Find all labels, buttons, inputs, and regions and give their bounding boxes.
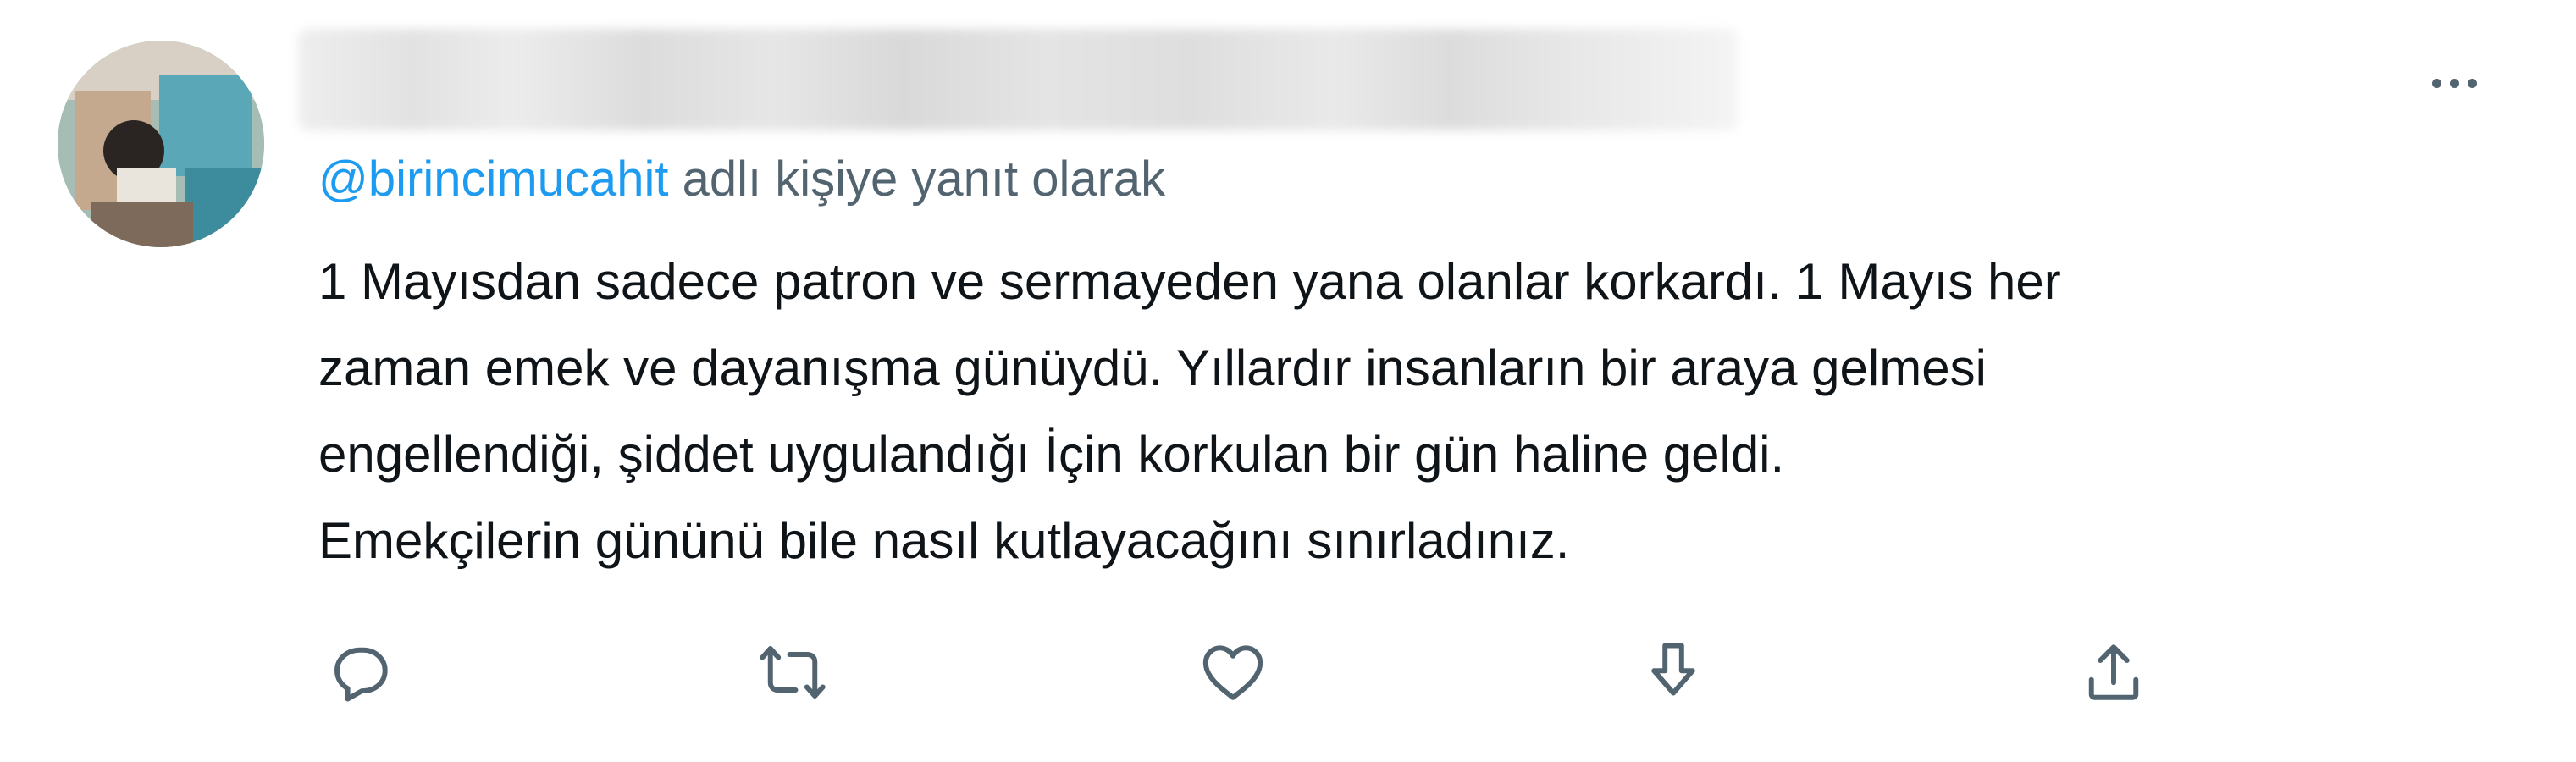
download-icon bbox=[1651, 643, 1695, 696]
more-dot-icon bbox=[2431, 78, 2441, 88]
more-dot-icon bbox=[2467, 78, 2477, 88]
reply-context: @birincimucahit adlı kişiye yanıt olarak bbox=[318, 146, 1165, 213]
share-icon bbox=[2088, 644, 2139, 700]
reply-handle-link[interactable]: @birincimucahit bbox=[318, 152, 668, 207]
share-button[interactable] bbox=[2071, 630, 2156, 715]
like-icon bbox=[1202, 645, 1263, 700]
author-name-redacted[interactable] bbox=[298, 29, 1738, 130]
retweet-button[interactable] bbox=[750, 630, 835, 715]
retweet-icon bbox=[760, 646, 826, 698]
tweet-text-line: zaman emek ve dayanışma günüydü. Yıllard… bbox=[318, 340, 1987, 396]
avatar-image bbox=[58, 41, 264, 247]
avatar[interactable] bbox=[58, 41, 264, 247]
reply-context-text: adlı kişiye yanıt olarak bbox=[668, 152, 1166, 207]
more-dot-icon bbox=[2449, 78, 2459, 88]
blurred-name bbox=[298, 29, 1738, 130]
tweet-text: 1 Mayısdan sadece patron ve sermayeden y… bbox=[318, 239, 2520, 584]
tweet-text-line: 1 Mayısdan sadece patron ve sermayeden y… bbox=[318, 253, 2061, 310]
tweet-text-line: engellendiği, şiddet uygulandığı İçin ko… bbox=[318, 426, 1785, 483]
more-options-button[interactable] bbox=[2413, 56, 2495, 110]
like-button[interactable] bbox=[1191, 630, 1275, 715]
reply-button[interactable] bbox=[318, 630, 403, 715]
tweet-text-line: Emekçilerin gününü bile nasıl kutlayacağ… bbox=[318, 512, 1570, 569]
tweet-card[interactable]: @birincimucahit adlı kişiye yanıt olarak… bbox=[0, 0, 2576, 762]
download-button[interactable] bbox=[1631, 630, 1716, 715]
reply-icon bbox=[334, 647, 388, 702]
action-bar bbox=[318, 630, 2266, 715]
